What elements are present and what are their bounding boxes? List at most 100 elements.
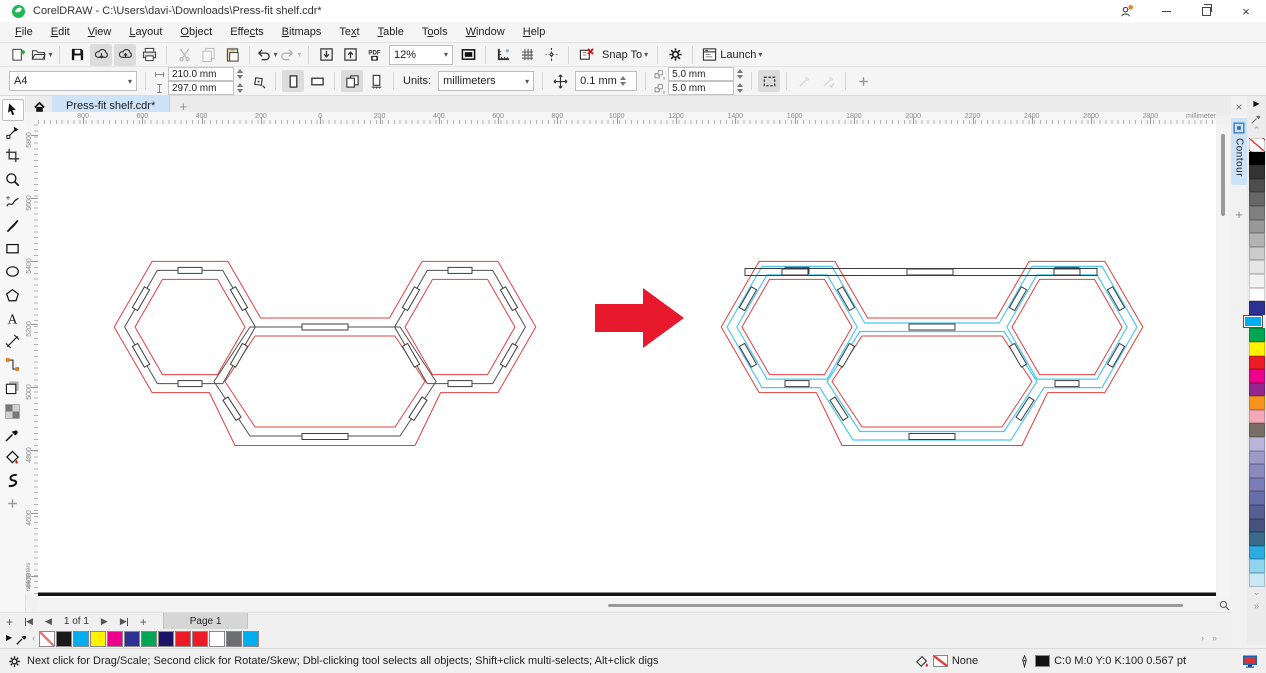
drop-shadow-tool[interactable] (2, 377, 24, 399)
current-page-button[interactable] (365, 70, 387, 92)
undo-button[interactable]: ▾ (256, 44, 278, 66)
color-swatch[interactable] (1248, 233, 1265, 247)
pdf-button[interactable]: PDF (363, 44, 385, 66)
color-swatch[interactable] (1248, 545, 1265, 560)
smear-tool[interactable] (2, 470, 24, 492)
doc-color-swatch[interactable] (243, 630, 260, 647)
pick-tool[interactable] (1, 98, 24, 121)
color-swatch[interactable] (1248, 382, 1265, 397)
color-swatch[interactable] (1248, 505, 1265, 519)
connector-tool[interactable] (2, 354, 24, 376)
snap-off-button[interactable] (575, 44, 597, 66)
rectangle-tool[interactable] (2, 238, 24, 260)
doc-color-swatch[interactable] (90, 630, 107, 647)
new-document-button[interactable] (7, 44, 29, 66)
restore-button[interactable] (1186, 0, 1226, 22)
save-button[interactable] (66, 44, 88, 66)
color-swatch[interactable] (1248, 573, 1265, 587)
outline-pen-check-button[interactable] (817, 70, 839, 92)
doc-color-swatch[interactable] (124, 630, 141, 647)
fill-color-swatch[interactable] (932, 655, 948, 667)
polygon-tool[interactable] (2, 284, 24, 306)
palette-expand-icon[interactable]: » (1254, 601, 1260, 612)
account-icon[interactable] (1106, 0, 1146, 22)
menu-view[interactable]: View (79, 24, 121, 40)
cloud-save-button[interactable] (114, 43, 136, 66)
color-swatch[interactable] (1248, 192, 1265, 206)
outline-color-swatch[interactable] (1035, 655, 1051, 667)
interactive-fill-tool[interactable] (2, 446, 24, 468)
page-height-field[interactable]: 297.0 mm (168, 81, 234, 95)
doc-palette-scroll-left-icon[interactable]: ‹ (32, 633, 35, 644)
doc-color-swatch[interactable] (226, 630, 243, 647)
menu-object[interactable]: Object (171, 24, 221, 40)
color-swatch[interactable] (1248, 437, 1265, 451)
show-rulers-button[interactable] (492, 44, 514, 66)
doc-color-swatch[interactable] (141, 630, 158, 647)
menu-text[interactable]: Text (330, 24, 368, 40)
show-grid-button[interactable] (516, 44, 538, 66)
page-size-combo[interactable]: A4 ▾ (9, 71, 137, 91)
menu-window[interactable]: Window (457, 24, 514, 40)
doc-palette-scroll-right-icon[interactable]: › (1201, 633, 1204, 644)
open-button[interactable]: ▾ (31, 44, 53, 66)
color-swatch[interactable] (1248, 396, 1265, 410)
horizontal-scroll-thumb[interactable] (608, 604, 1183, 607)
menu-table[interactable]: Table (369, 24, 413, 40)
docker-tab-contour[interactable]: Contour (1231, 118, 1247, 186)
palette-flyout-icon[interactable]: ▶ (1253, 99, 1259, 111)
color-swatch[interactable] (1248, 491, 1265, 506)
color-swatch[interactable] (1248, 450, 1265, 465)
zoom-tool[interactable] (2, 168, 24, 190)
dimension-tool[interactable] (2, 330, 24, 352)
doc-color-swatch[interactable] (107, 630, 124, 647)
color-swatch[interactable] (1248, 518, 1265, 533)
duplicate-x-field[interactable]: 5.0 mm (668, 67, 735, 81)
menu-bitmaps[interactable]: Bitmaps (273, 24, 331, 40)
color-swatch[interactable] (1248, 355, 1265, 370)
doc-color-swatch[interactable] (158, 630, 175, 647)
menu-edit[interactable]: Edit (42, 24, 79, 40)
outline-status-icon[interactable] (1018, 654, 1031, 668)
ellipse-tool[interactable] (2, 261, 24, 283)
page-width-field[interactable]: 210.0 mm (168, 67, 234, 81)
launch-dropdown[interactable]: Launch ▾ (698, 44, 766, 66)
menu-help[interactable]: Help (514, 24, 555, 40)
paste-button[interactable] (221, 44, 243, 66)
menu-tools[interactable]: Tools (413, 24, 457, 40)
color-swatch[interactable] (1248, 409, 1265, 424)
vertical-scrollbar[interactable] (1217, 124, 1230, 598)
color-swatch[interactable] (1248, 301, 1265, 315)
options-button[interactable] (664, 44, 686, 66)
doc-color-swatch[interactable] (209, 630, 226, 647)
color-swatch[interactable] (1248, 477, 1265, 492)
color-swatch[interactable] (1248, 260, 1265, 274)
menu-layout[interactable]: Layout (120, 24, 171, 40)
color-swatch[interactable] (1248, 423, 1265, 438)
palette-eyedropper-icon[interactable] (1251, 111, 1262, 125)
doc-color-swatch-none[interactable] (39, 630, 56, 647)
color-swatch[interactable] (1248, 464, 1265, 478)
add-page-button-2[interactable]: + (134, 615, 153, 629)
fullscreen-preview-button[interactable] (457, 44, 479, 66)
units-combo[interactable]: millimeters ▾ (438, 71, 535, 91)
import-button[interactable] (315, 44, 337, 66)
doc-color-swatch[interactable] (192, 630, 209, 647)
zoom-corner-icon[interactable] (1218, 599, 1231, 612)
copy-button[interactable] (197, 44, 219, 66)
doc-palette-eyedropper-icon[interactable] (16, 633, 28, 645)
vertical-ruler[interactable]: 5800 5600 5400 5200 5000 4800 4600 4400 millimet… (25, 124, 39, 594)
zoom-level-combo[interactable]: 12% ▾ (389, 44, 453, 65)
color-swatch[interactable] (1248, 532, 1265, 546)
next-page-button[interactable]: ▶ (95, 616, 114, 627)
color-swatch[interactable] (1248, 205, 1265, 220)
fill-status-icon[interactable] (915, 654, 929, 668)
page-tab[interactable]: Page 1 (162, 613, 249, 630)
prev-page-button[interactable]: ◀ (39, 616, 58, 627)
landscape-button[interactable] (306, 70, 328, 92)
first-page-button[interactable]: ◀ (19, 616, 39, 627)
menu-effects[interactable]: Effects (221, 24, 272, 40)
palette-scroll-up-icon[interactable]: ⌃ (1253, 125, 1261, 136)
all-pages-button[interactable] (341, 70, 363, 92)
color-swatch[interactable] (1248, 165, 1265, 179)
